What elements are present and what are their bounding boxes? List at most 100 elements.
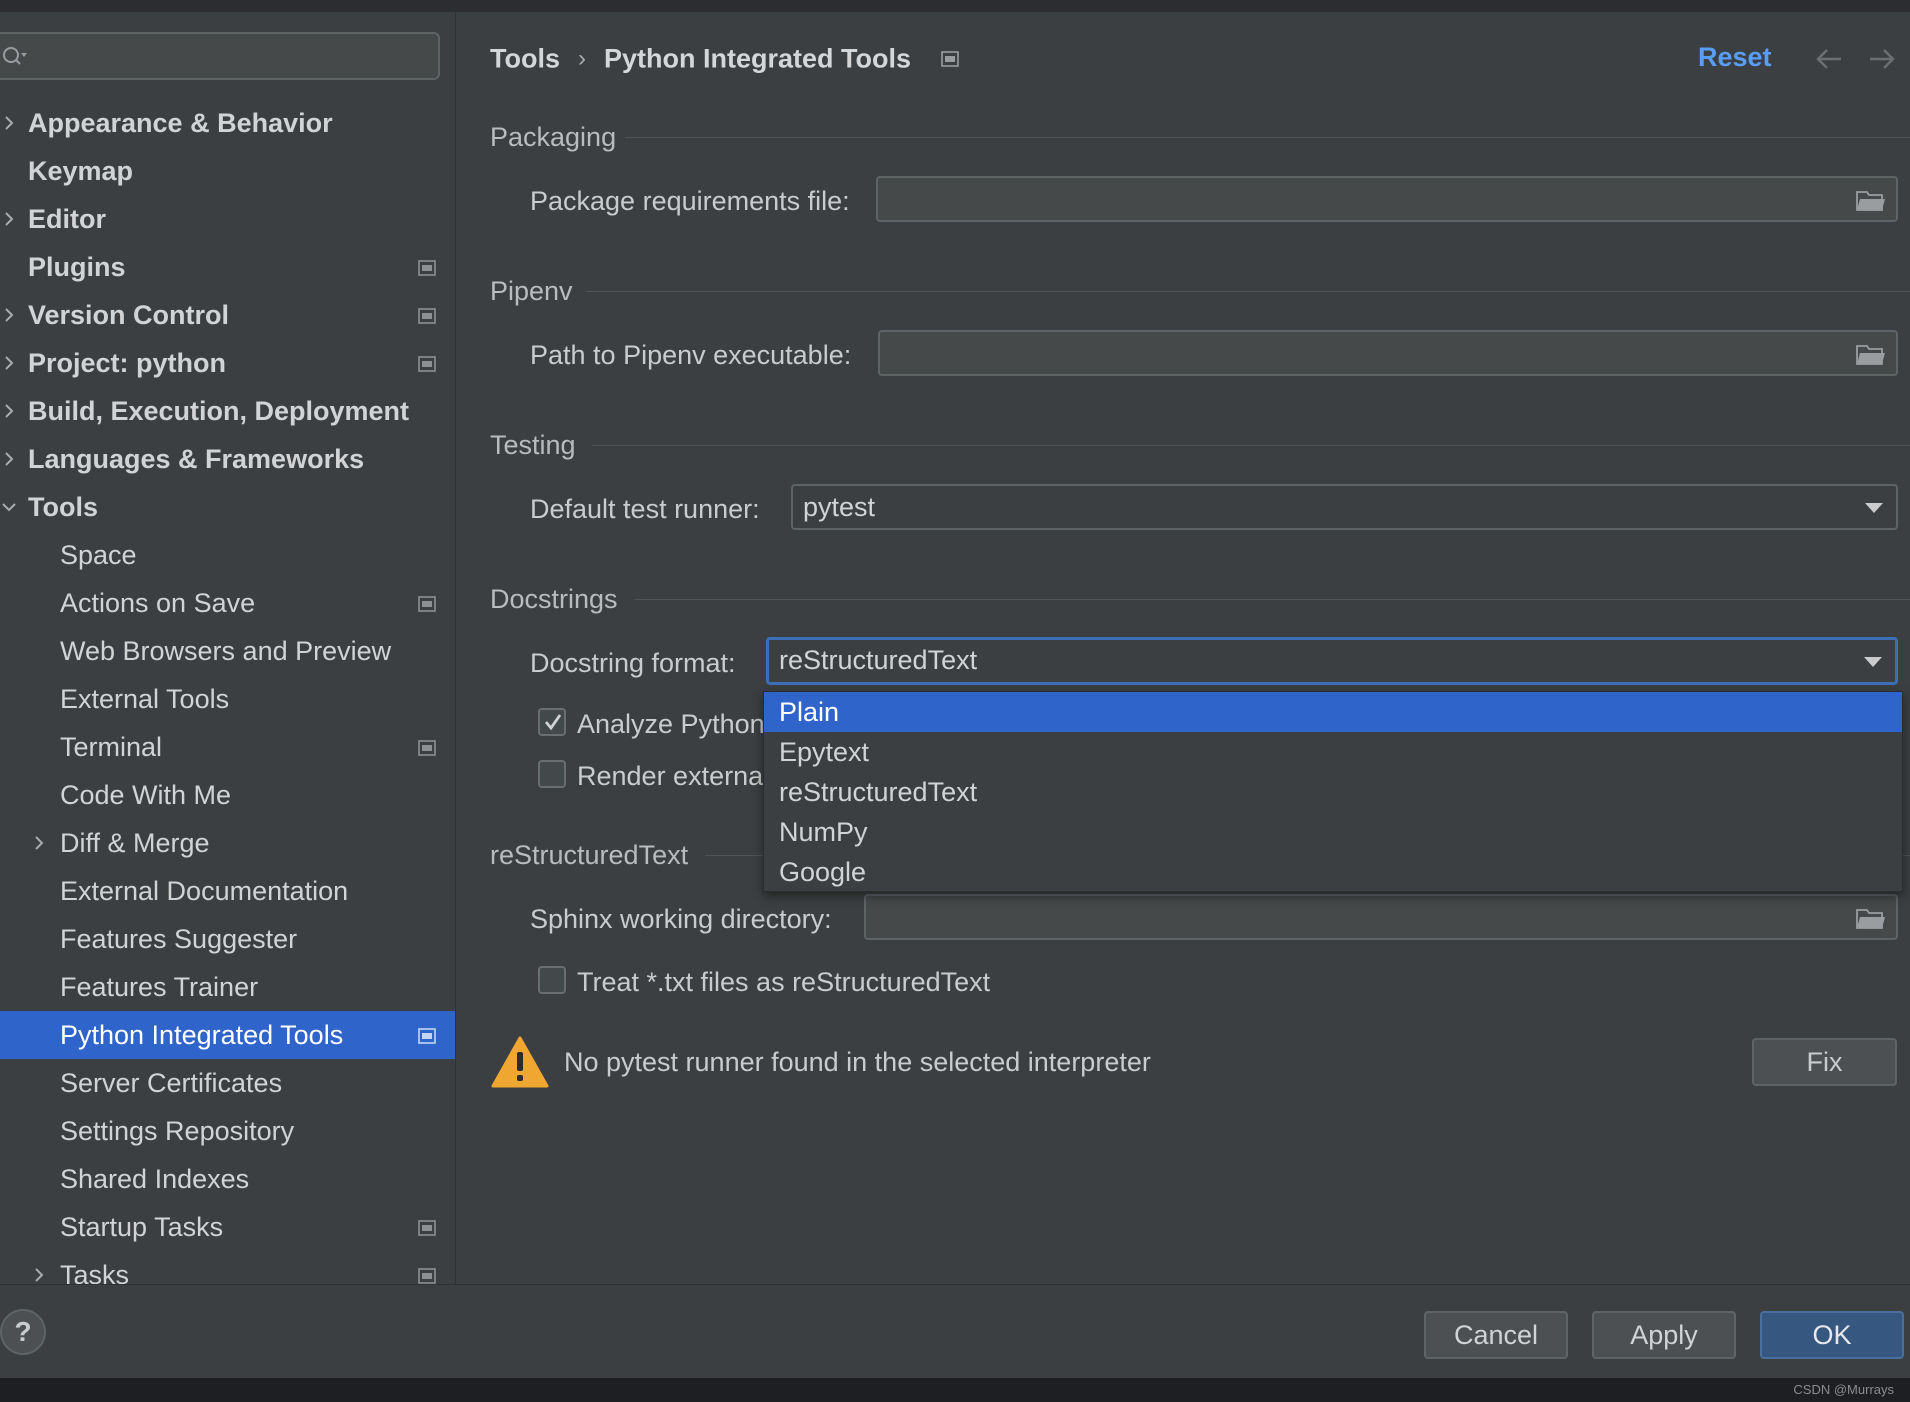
- sidebar-item-tasks[interactable]: Tasks: [0, 1251, 455, 1284]
- warning-icon: [491, 1036, 549, 1088]
- breadcrumb: Tools › Python Integrated Tools: [490, 42, 959, 74]
- checkmark-icon: [544, 714, 562, 731]
- chevron-right-icon[interactable]: [0, 354, 18, 372]
- sidebar-item-editor[interactable]: Editor: [0, 195, 455, 243]
- sidebar-item-diff-merge[interactable]: Diff & Merge: [0, 819, 455, 867]
- sidebar-item-label: Build, Execution, Deployment: [28, 396, 410, 426]
- sidebar-item-project-python[interactable]: Project: python: [0, 339, 455, 387]
- sidebar-item-version-control[interactable]: Version Control: [0, 291, 455, 339]
- sidebar-item-plugins[interactable]: Plugins: [0, 243, 455, 291]
- chevron-down-icon[interactable]: [0, 498, 18, 516]
- settings-content: Tools › Python Integrated Tools Reset Pack…: [457, 12, 1910, 1284]
- sidebar-item-actions-on-save[interactable]: Actions on Save: [0, 579, 455, 627]
- docstring-format-label: Docstring format:: [530, 648, 736, 678]
- sidebar-item-label: Settings Repository: [60, 1116, 295, 1146]
- docstring-option-google[interactable]: Google: [764, 852, 1902, 892]
- sidebar-item-label: Plugins: [28, 252, 126, 282]
- sidebar-item-external-tools[interactable]: External Tools: [0, 675, 455, 723]
- docstring-format-options-popup: Plain Epytext reStructuredText NumPy Google: [763, 691, 1903, 892]
- sidebar-item-label: Code With Me: [60, 780, 232, 810]
- sidebar-item-server-certificates[interactable]: Server Certificates: [0, 1059, 455, 1107]
- chevron-right-icon[interactable]: [0, 114, 18, 132]
- sidebar-item-languages-frameworks[interactable]: Languages & Frameworks: [0, 435, 455, 483]
- fix-button[interactable]: Fix: [1752, 1038, 1897, 1086]
- sidebar-item-label: Diff & Merge: [60, 828, 210, 858]
- docstring-format-dropdown[interactable]: reStructuredText: [766, 637, 1898, 685]
- chevron-right-icon[interactable]: [0, 402, 18, 420]
- breadcrumb-parent[interactable]: Tools: [490, 43, 560, 73]
- sidebar-item-features-trainer[interactable]: Features Trainer: [0, 963, 455, 1011]
- arrow-right-icon[interactable]: [1867, 46, 1897, 72]
- arrow-left-icon[interactable]: [1814, 46, 1844, 72]
- sidebar-item-label: Editor: [28, 204, 106, 234]
- sidebar-item-external-documentation[interactable]: External Documentation: [0, 867, 455, 915]
- sphinx-directory-field[interactable]: [864, 894, 1898, 940]
- chevron-right-icon[interactable]: [30, 1266, 48, 1284]
- reset-link[interactable]: Reset: [1698, 42, 1772, 73]
- warning-message: No pytest runner found in the selected i…: [564, 1047, 1151, 1077]
- test-runner-value: pytest: [803, 492, 876, 522]
- sidebar-item-tools[interactable]: Tools: [0, 483, 455, 531]
- docstring-option-plain[interactable]: Plain: [764, 692, 1902, 732]
- sidebar-item-features-suggester[interactable]: Features Suggester: [0, 915, 455, 963]
- sidebar-item-label: Server Certificates: [60, 1068, 283, 1098]
- test-runner-dropdown[interactable]: pytest: [791, 484, 1898, 530]
- section-divider: [635, 599, 1910, 600]
- breadcrumb-separator-icon: ›: [578, 44, 586, 72]
- sidebar-item-label: Features Trainer: [60, 972, 259, 1002]
- render-external-checkbox[interactable]: [538, 760, 566, 788]
- pipenv-path-field[interactable]: [878, 330, 1898, 376]
- requirements-file-field[interactable]: [876, 176, 1898, 222]
- sidebar-item-label: Version Control: [28, 300, 230, 330]
- sidebar-item-label: Keymap: [28, 156, 134, 186]
- sidebar-item-label: Space: [60, 540, 137, 570]
- chevron-right-icon[interactable]: [30, 834, 48, 852]
- sidebar-item-shared-indexes[interactable]: Shared Indexes: [0, 1155, 455, 1203]
- section-divider: [587, 291, 1910, 292]
- project-level-icon: [418, 596, 436, 612]
- cancel-button[interactable]: Cancel: [1424, 1311, 1568, 1359]
- chevron-right-icon[interactable]: [0, 450, 18, 468]
- treat-txt-label[interactable]: Treat *.txt files as reStructuredText: [577, 967, 990, 998]
- sidebar-item-settings-repository[interactable]: Settings Repository: [0, 1107, 455, 1155]
- docstring-option-epytext[interactable]: Epytext: [764, 732, 1902, 772]
- search-input[interactable]: [0, 32, 440, 80]
- help-button[interactable]: ?: [0, 1309, 46, 1355]
- folder-browse-icon[interactable]: [1856, 189, 1886, 211]
- docstring-option-restructuredtext[interactable]: reStructuredText: [764, 772, 1902, 812]
- docstring-option-numpy[interactable]: NumPy: [764, 812, 1902, 852]
- sidebar-item-keymap[interactable]: Keymap: [0, 147, 455, 195]
- settings-sidebar: Appearance & Behavior Keymap Editor Plugins…: [0, 12, 456, 1284]
- project-level-icon: [418, 356, 436, 372]
- sidebar-item-label: Tasks: [60, 1260, 130, 1284]
- apply-button[interactable]: Apply: [1592, 1311, 1736, 1359]
- sidebar-item-build-execution-deployment[interactable]: Build, Execution, Deployment: [0, 387, 455, 435]
- settings-dialog: Appearance & Behavior Keymap Editor Plugins…: [0, 0, 1910, 1402]
- sidebar-item-label: External Tools: [60, 684, 230, 714]
- render-external-label[interactable]: Render externa: [577, 761, 763, 792]
- sidebar-item-python-integrated-tools[interactable]: Python Integrated Tools: [0, 1011, 455, 1059]
- section-divider: [592, 445, 1910, 446]
- ok-button[interactable]: OK: [1760, 1311, 1904, 1359]
- analyze-python-label[interactable]: Analyze Python: [577, 709, 765, 740]
- sidebar-item-label: Startup Tasks: [60, 1212, 224, 1242]
- treat-txt-checkbox[interactable]: [538, 966, 566, 994]
- chevron-right-icon[interactable]: [0, 306, 18, 324]
- pipenv-path-label: Path to Pipenv executable:: [530, 340, 852, 370]
- project-level-icon: [418, 1220, 436, 1236]
- chevron-right-icon[interactable]: [0, 210, 18, 228]
- folder-browse-icon[interactable]: [1856, 907, 1886, 929]
- sidebar-item-code-with-me[interactable]: Code With Me: [0, 771, 455, 819]
- test-runner-label: Default test runner:: [530, 494, 760, 524]
- analyze-python-checkbox[interactable]: [538, 708, 566, 736]
- sidebar-item-label: Shared Indexes: [60, 1164, 250, 1194]
- folder-browse-icon[interactable]: [1856, 343, 1886, 365]
- sidebar-item-space[interactable]: Space: [0, 531, 455, 579]
- chevron-down-icon: [1865, 503, 1883, 513]
- sidebar-item-label: External Documentation: [60, 876, 349, 906]
- sidebar-item-appearance-behavior[interactable]: Appearance & Behavior: [0, 99, 455, 147]
- sidebar-item-label: Terminal: [60, 732, 163, 762]
- sidebar-item-web-browsers-and-preview[interactable]: Web Browsers and Preview: [0, 627, 455, 675]
- sidebar-item-startup-tasks[interactable]: Startup Tasks: [0, 1203, 455, 1251]
- sidebar-item-terminal[interactable]: Terminal: [0, 723, 455, 771]
